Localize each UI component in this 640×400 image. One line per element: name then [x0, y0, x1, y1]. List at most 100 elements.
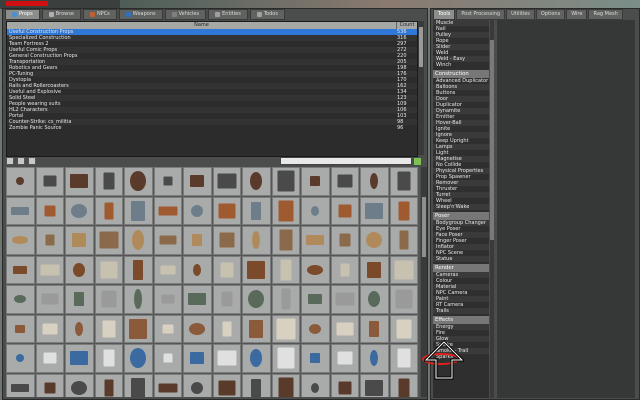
list-scrollbar[interactable]	[418, 21, 424, 155]
tool-item[interactable]: Sleep'n'Wake	[433, 204, 489, 210]
prop-thumbnail[interactable]	[389, 255, 418, 284]
prop-thumbnail[interactable]	[301, 167, 330, 196]
prop-thumbnail[interactable]	[124, 373, 153, 397]
prop-thumbnail[interactable]	[212, 226, 241, 255]
prop-thumbnail[interactable]	[35, 226, 64, 255]
tab-entities[interactable]: Entities	[208, 9, 248, 20]
prop-thumbnail[interactable]	[301, 255, 330, 284]
tool-category[interactable]: Construction	[433, 70, 489, 78]
prop-thumbnail[interactable]	[330, 255, 359, 284]
prop-thumbnail[interactable]	[153, 373, 182, 397]
prop-thumbnail[interactable]	[389, 344, 418, 373]
prop-thumbnail[interactable]	[65, 344, 94, 373]
prop-thumbnail[interactable]	[271, 226, 300, 255]
prop-thumbnail[interactable]	[271, 314, 300, 343]
prop-thumbnail[interactable]	[360, 344, 389, 373]
prop-thumbnail[interactable]	[271, 344, 300, 373]
prop-thumbnail[interactable]	[35, 285, 64, 314]
prop-thumbnail[interactable]	[271, 167, 300, 196]
prop-thumbnail[interactable]	[153, 285, 182, 314]
prop-thumbnail[interactable]	[242, 255, 271, 284]
prop-thumbnail[interactable]	[360, 226, 389, 255]
prop-thumbnail[interactable]	[389, 167, 418, 196]
search-input[interactable]	[280, 157, 412, 165]
tool-category[interactable]: Poser	[433, 212, 489, 220]
prop-thumbnail[interactable]	[124, 255, 153, 284]
prop-thumbnail[interactable]	[330, 373, 359, 397]
prop-thumbnail[interactable]	[6, 255, 35, 284]
prop-thumbnail[interactable]	[212, 285, 241, 314]
prop-thumbnail[interactable]	[124, 226, 153, 255]
tab-utilities[interactable]: Utilities	[506, 9, 535, 20]
prop-thumbnail[interactable]	[271, 255, 300, 284]
prop-thumbnail[interactable]	[212, 314, 241, 343]
prop-thumbnail[interactable]	[389, 196, 418, 225]
prop-thumbnail[interactable]	[242, 285, 271, 314]
prop-thumbnail[interactable]	[330, 196, 359, 225]
prop-thumbnail[interactable]	[301, 196, 330, 225]
prop-thumbnail[interactable]	[242, 344, 271, 373]
prop-thumbnail[interactable]	[183, 373, 212, 397]
prop-thumbnail[interactable]	[389, 285, 418, 314]
prop-thumbnail[interactable]	[360, 373, 389, 397]
prop-thumbnail[interactable]	[65, 255, 94, 284]
prop-thumbnail[interactable]	[271, 196, 300, 225]
prop-thumbnail[interactable]	[6, 196, 35, 225]
prop-thumbnail[interactable]	[153, 255, 182, 284]
tab-options[interactable]: Options	[535, 9, 566, 20]
column-count[interactable]: Count	[397, 22, 417, 29]
tab-props[interactable]: Props	[5, 9, 40, 20]
prop-thumbnail[interactable]	[301, 285, 330, 314]
prop-thumbnail[interactable]	[360, 314, 389, 343]
prop-thumbnail[interactable]	[6, 226, 35, 255]
prop-thumbnail[interactable]	[183, 314, 212, 343]
prop-thumbnail[interactable]	[94, 373, 123, 397]
prop-thumbnail[interactable]	[6, 373, 35, 397]
prop-thumbnail[interactable]	[94, 226, 123, 255]
prop-thumbnail[interactable]	[65, 196, 94, 225]
tool-item[interactable]: Trails	[433, 308, 489, 314]
tool-item[interactable]: Statue	[433, 256, 489, 262]
prop-thumbnail[interactable]	[94, 167, 123, 196]
prop-thumbnail[interactable]	[301, 373, 330, 397]
prop-thumbnail[interactable]	[301, 314, 330, 343]
scroll-thumb[interactable]	[490, 40, 494, 240]
tab-tools[interactable]: Tools	[433, 9, 456, 20]
folder-icon[interactable]	[17, 157, 25, 165]
save-icon[interactable]	[6, 157, 14, 165]
tab-browse[interactable]: Browse	[41, 9, 81, 20]
prop-thumbnail[interactable]	[153, 226, 182, 255]
prop-thumbnail[interactable]	[153, 344, 182, 373]
prop-thumbnail[interactable]	[124, 344, 153, 373]
prop-thumbnail[interactable]	[65, 226, 94, 255]
prop-thumbnail[interactable]	[65, 314, 94, 343]
prop-thumbnail[interactable]	[35, 314, 64, 343]
prop-thumbnail[interactable]	[183, 167, 212, 196]
prop-thumbnail[interactable]	[153, 196, 182, 225]
prop-thumbnail[interactable]	[94, 255, 123, 284]
tool-item[interactable]: Winch	[433, 62, 489, 68]
tool-scrollbar[interactable]	[490, 20, 494, 398]
prop-thumbnail[interactable]	[212, 196, 241, 225]
prop-thumbnail[interactable]	[35, 167, 64, 196]
prop-thumbnail[interactable]	[389, 373, 418, 397]
prop-thumbnail[interactable]	[153, 314, 182, 343]
tab-wire[interactable]: Wire	[566, 9, 588, 20]
prop-thumbnail[interactable]	[6, 344, 35, 373]
tab-weapons[interactable]: Weapons	[118, 9, 163, 20]
tab-todos[interactable]: Todos	[249, 9, 285, 20]
prop-thumbnail[interactable]	[35, 196, 64, 225]
prop-thumbnail[interactable]	[212, 167, 241, 196]
prop-thumbnail[interactable]	[271, 373, 300, 397]
prop-thumbnail[interactable]	[183, 196, 212, 225]
prop-thumbnail[interactable]	[360, 285, 389, 314]
prop-thumbnail[interactable]	[212, 373, 241, 397]
prop-thumbnail[interactable]	[212, 255, 241, 284]
prop-thumbnail[interactable]	[124, 285, 153, 314]
prop-thumbnail[interactable]	[124, 196, 153, 225]
prop-thumbnail[interactable]	[360, 255, 389, 284]
prop-thumbnail[interactable]	[389, 314, 418, 343]
prop-thumbnail[interactable]	[212, 344, 241, 373]
prop-thumbnail[interactable]	[242, 226, 271, 255]
prop-thumbnail[interactable]	[94, 196, 123, 225]
